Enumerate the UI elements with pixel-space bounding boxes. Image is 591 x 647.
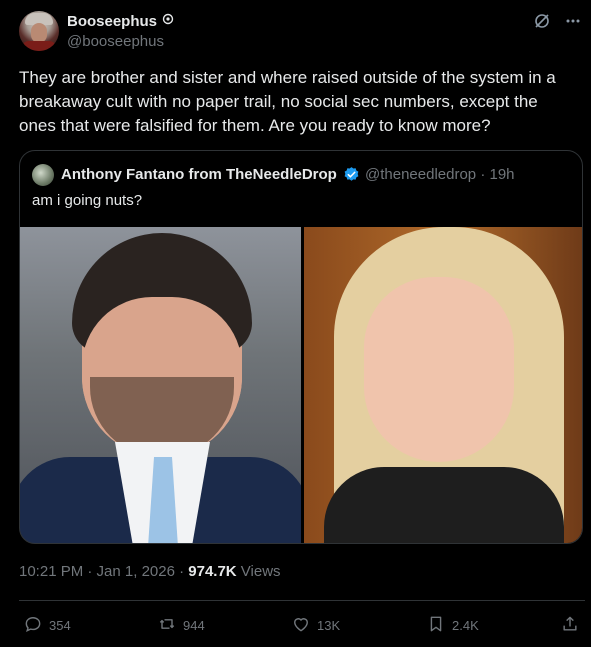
- quoted-author-display-name[interactable]: Anthony Fantano from TheNeedleDrop: [61, 166, 337, 183]
- author-display-name[interactable]: Booseephus: [67, 13, 157, 30]
- repost-icon: [157, 614, 177, 637]
- reply-count: 354: [49, 618, 71, 633]
- views-label: Views: [236, 563, 281, 580]
- top-actions: [533, 12, 581, 35]
- quoted-handle-time[interactable]: @theneedledrop · 19h: [365, 166, 515, 183]
- reply-icon: [23, 614, 43, 637]
- circle-badge-icon: [162, 12, 174, 30]
- bookmark-button[interactable]: 2.4K: [426, 614, 479, 637]
- author-handle[interactable]: @booseephus: [67, 33, 164, 50]
- action-bar: 354 944 13K 2.4K: [19, 611, 583, 637]
- quoted-tweet-text: am i going nuts?: [32, 192, 143, 209]
- bookmark-icon: [426, 614, 446, 637]
- bookmark-count: 2.4K: [452, 618, 479, 633]
- action-divider: [19, 600, 585, 601]
- quoted-image-man[interactable]: [20, 227, 301, 543]
- verified-badge-icon: [343, 166, 360, 183]
- quoted-image-woman[interactable]: [304, 227, 582, 543]
- repost-count: 944: [183, 618, 205, 633]
- share-icon: [560, 614, 580, 637]
- views-count: 974.7K: [188, 563, 237, 580]
- tweet-text: They are brother and sister and where ra…: [19, 68, 556, 135]
- quoted-author-avatar[interactable]: [32, 164, 54, 186]
- author-name-row: Booseephus: [67, 12, 174, 30]
- share-button[interactable]: [560, 614, 580, 637]
- tweet-timestamp[interactable]: 10:21 PM · Jan 1, 2026 ·: [19, 563, 188, 580]
- repost-button[interactable]: 944: [157, 614, 205, 637]
- tweet-meta: 10:21 PM · Jan 1, 2026 · 974.7K Views: [19, 563, 281, 580]
- heart-icon: [291, 614, 311, 637]
- quoted-tweet-card[interactable]: Anthony Fantano from TheNeedleDrop @then…: [19, 150, 583, 544]
- like-count: 13K: [317, 618, 341, 633]
- tweet-post: Booseephus @booseephus They are brother …: [0, 0, 591, 647]
- grok-icon[interactable]: [533, 12, 551, 35]
- reply-button[interactable]: 354: [23, 614, 71, 637]
- author-avatar[interactable]: [19, 11, 59, 51]
- more-options-icon[interactable]: [565, 13, 581, 34]
- like-button[interactable]: 13K: [291, 614, 340, 637]
